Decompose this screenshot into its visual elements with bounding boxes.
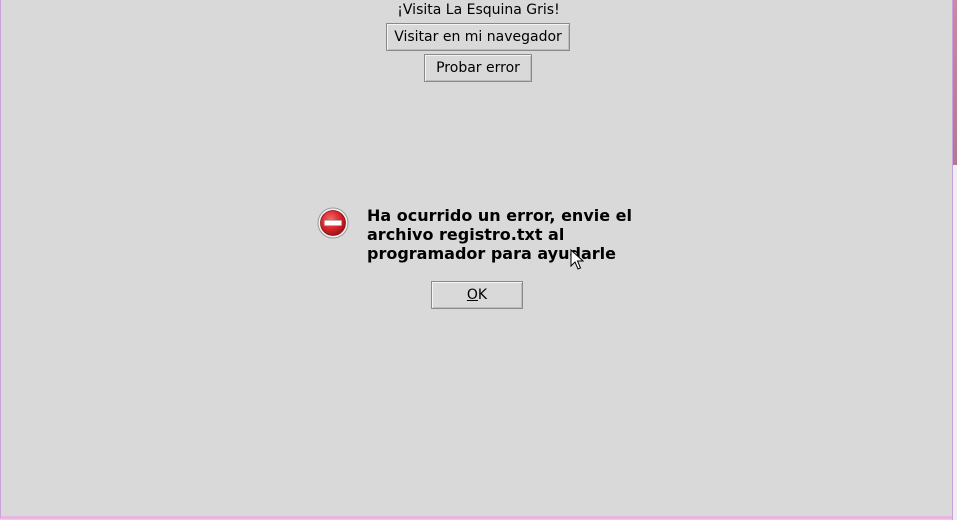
- error-message: Ha ocurrido un error, envie el archivo r…: [367, 206, 632, 263]
- headline-label: ¡Visita La Esquina Gris!: [397, 2, 560, 18]
- ok-mnemonic: O: [466, 287, 478, 303]
- edge-thumb: [953, 0, 957, 165]
- window-right-edge: [952, 0, 957, 520]
- mouse-cursor-icon: [570, 248, 585, 271]
- ok-button[interactable]: OK: [431, 281, 523, 309]
- test-error-button[interactable]: Probar error: [424, 54, 532, 82]
- app-window: ¡Visita La Esquina Gris! Visitar en mi n…: [0, 0, 956, 519]
- visit-in-browser-button[interactable]: Visitar en mi navegador: [386, 23, 570, 51]
- error-icon: [317, 207, 349, 239]
- ok-label-rest: K: [477, 287, 488, 303]
